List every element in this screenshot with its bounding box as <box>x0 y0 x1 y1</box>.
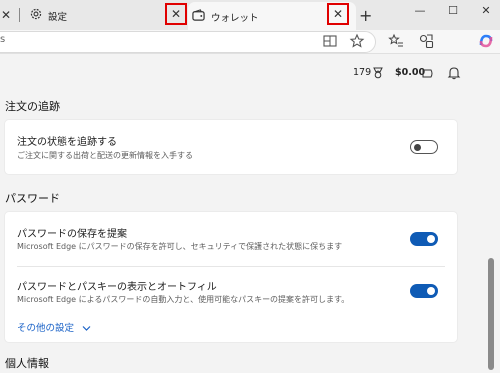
copilot-icon[interactable] <box>478 33 494 49</box>
order-tracking-card: 注文の状態を追跡する ご注文に関する出荷と配送の更新情報を入手する <box>5 120 457 174</box>
more-settings-link[interactable]: その他の設定 <box>17 320 91 334</box>
track-order-status-desc: ご注文に関する出荷と配送の更新情報を入手する <box>17 151 193 160</box>
scrollbar[interactable] <box>488 258 494 370</box>
window-close-button[interactable]: ✕ <box>474 4 498 17</box>
offer-save-password-toggle[interactable] <box>410 232 438 246</box>
personal-info-heading: 個人情報 <box>5 357 49 370</box>
tab-settings[interactable]: ✕ 設定 ✕ <box>0 0 188 30</box>
wallet-balance: $0.00 <box>395 67 426 78</box>
tab-settings-close-button[interactable]: ✕ <box>165 3 187 25</box>
minimize-button[interactable]: — <box>408 4 432 17</box>
offer-save-password-title: パスワードの保存を提案 <box>17 229 127 240</box>
passwords-heading: パスワード <box>5 192 60 205</box>
points-count: 179 <box>353 67 372 78</box>
divider <box>17 266 445 267</box>
tab-wallet-label: ウォレット <box>211 13 259 24</box>
chevron-down-icon <box>82 326 91 331</box>
autofill-passwords-title: パスワードとパスキーの表示とオートフィル <box>17 282 217 293</box>
gear-icon <box>30 8 42 20</box>
tab-strip: ✕ 設定 ✕ ウォレット ✕ + — ☐ ✕ <box>0 0 500 30</box>
split-screen-icon[interactable] <box>322 33 338 49</box>
collections-icon[interactable] <box>418 33 434 49</box>
rewards-icon[interactable] <box>372 67 384 79</box>
address-bar[interactable] <box>0 31 376 53</box>
address-text: s <box>0 34 6 45</box>
wallet-icon <box>192 9 205 21</box>
card-icon[interactable] <box>422 69 434 78</box>
track-order-status-title: 注文の状態を追跡する <box>17 137 117 148</box>
bell-icon[interactable] <box>447 66 461 80</box>
autofill-passwords-desc: Microsoft Edge によるパスワードの自動入力と、使用可能なパスキーの… <box>17 295 350 304</box>
more-settings-label: その他の設定 <box>17 323 75 334</box>
favorites-icon[interactable] <box>388 33 404 49</box>
offer-save-password-desc: Microsoft Edge にパスワードの保存を許可し、セキュリティで保護され… <box>17 242 343 251</box>
maximize-button[interactable]: ☐ <box>441 4 465 17</box>
tab-wallet-close-button[interactable]: ✕ <box>327 3 349 25</box>
order-tracking-heading: 注文の追跡 <box>5 100 60 113</box>
passwords-card: パスワードの保存を提案 Microsoft Edge にパスワードの保存を許可し… <box>5 212 457 342</box>
track-order-toggle[interactable] <box>410 140 438 154</box>
tab-wallet[interactable]: ウォレット ✕ <box>188 2 356 30</box>
tab-separator <box>19 8 20 22</box>
new-tab-button[interactable]: + <box>359 6 372 25</box>
tab-settings-label: 設定 <box>48 12 68 23</box>
tab-settings-close-icon[interactable]: ✕ <box>0 5 12 25</box>
autofill-passwords-toggle[interactable] <box>410 284 438 298</box>
favorite-star-icon[interactable] <box>349 33 365 49</box>
